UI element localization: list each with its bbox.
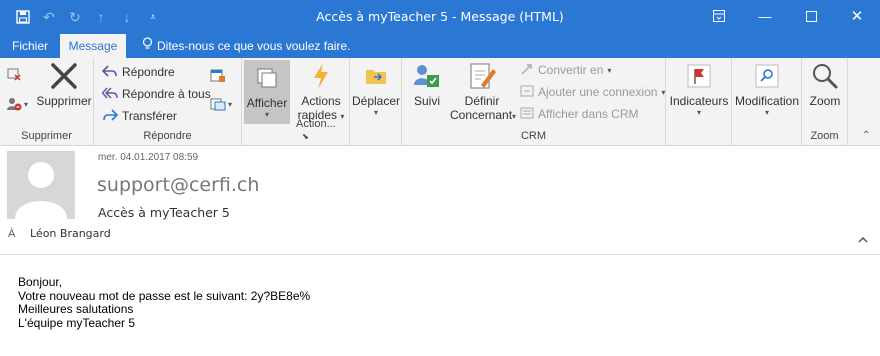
modification-dropdown-icon: ▾ — [764, 108, 769, 117]
avatar — [7, 151, 75, 219]
ribbon: ▾ Supprimer Supprimer Répondre Répondre … — [0, 58, 880, 146]
actions-group-label: Action... — [296, 118, 336, 130]
group-repondre: Répondre Répondre à tous Transférer ▾ Ré… — [94, 58, 242, 146]
actions-rapides-button[interactable]: Actions rapides ▾ — [292, 60, 350, 122]
afficher-crm-label: Afficher dans CRM — [538, 107, 639, 121]
ajouter-connexion-button[interactable]: Ajouter une connexion ▾ — [520, 82, 665, 102]
ribbon-tabs: Fichier Message Dites-nous ce que vous v… — [0, 34, 880, 58]
indicateurs-label: Indicateurs — [669, 94, 729, 108]
indicateurs-button[interactable]: Indicateurs ▾ — [666, 60, 732, 117]
find-icon — [732, 60, 802, 92]
reply-icon — [101, 64, 118, 81]
connection-icon — [520, 84, 534, 101]
move-folder-icon — [350, 60, 402, 92]
dialog-launcher-icon[interactable]: ⬊ — [302, 132, 309, 141]
body-line: L'équipe myTeacher 5 — [18, 315, 136, 330]
convert-icon — [520, 62, 534, 79]
tab-fichier[interactable]: Fichier — [12, 34, 48, 58]
to-label: À — [8, 228, 16, 240]
group-label-repondre: Répondre — [143, 130, 192, 142]
message-body: Bonjour, Votre nouveau mot de passe est … — [18, 275, 311, 330]
title-bar: ↶ ↻ ↑ ↓ ⩡ Accès à myTeacher 5 - Message … — [0, 0, 880, 34]
definir-label-line2: Concernant — [450, 108, 513, 122]
modification-button[interactable]: Modification ▾ — [732, 60, 802, 117]
convertir-label: Convertir en — [538, 63, 604, 77]
message-subject: Accès à myTeacher 5 — [98, 205, 230, 220]
message-date: mer. 04.01.2017 08:59 — [98, 152, 199, 163]
afficher-crm-button[interactable]: Afficher dans CRM — [520, 104, 638, 124]
view-crm-icon — [520, 106, 534, 123]
delete-x-icon — [36, 60, 92, 92]
suivi-button[interactable]: Suivi — [406, 60, 448, 108]
minimize-icon[interactable]: — — [742, 0, 788, 32]
deplacer-button[interactable]: Déplacer ▾ — [350, 60, 402, 117]
deplacer-dropdown-icon: ▾ — [373, 108, 378, 117]
zoom-button[interactable]: Zoom — [802, 60, 848, 108]
afficher-dropdown-icon: ▾ — [264, 110, 269, 119]
definir-label-line1: Définir — [464, 94, 500, 108]
lightbulb-icon — [142, 34, 153, 58]
suivi-label: Suivi — [413, 94, 440, 108]
ajouter-label: Ajouter une connexion — [538, 85, 658, 99]
group-actions: Actions rapides ▾ Action... ⬊ — [292, 58, 350, 146]
supprimer-button[interactable]: Supprimer — [36, 60, 92, 108]
actions-label-line1: Actions — [301, 94, 341, 108]
group-indicateurs: Indicateurs ▾ — [666, 58, 732, 146]
deplacer-label: Déplacer — [351, 94, 401, 108]
collapse-header-icon[interactable] — [858, 232, 868, 246]
group-supprimer: ▾ Supprimer Supprimer — [0, 58, 94, 146]
window-controls: — ✕ — [696, 0, 880, 32]
group-modification: Modification ▾ — [732, 58, 802, 146]
reply-all-button[interactable]: Répondre à tous — [101, 84, 211, 104]
group-label-zoom: Zoom — [810, 130, 839, 142]
forward-button[interactable]: Transférer — [102, 106, 177, 126]
header-divider — [0, 254, 880, 255]
modification-label: Modification — [734, 94, 800, 108]
collapse-ribbon-icon[interactable]: ⌃ — [862, 130, 870, 141]
reply-label: Répondre — [122, 65, 175, 79]
lightning-icon — [292, 60, 350, 92]
track-icon — [406, 60, 448, 92]
to-recipient[interactable]: Léon Brangard — [30, 227, 111, 240]
supprimer-label: Supprimer — [36, 94, 92, 108]
reply-all-icon — [101, 86, 118, 103]
afficher-button[interactable]: Afficher ▾ — [244, 60, 290, 124]
reply-button[interactable]: Répondre — [101, 62, 175, 82]
convertir-button[interactable]: Convertir en ▾ — [520, 60, 611, 80]
maximize-icon[interactable] — [788, 0, 834, 32]
afficher-icon — [244, 62, 290, 94]
flag-icon — [666, 60, 732, 92]
indicateurs-dropdown-icon: ▾ — [696, 108, 701, 117]
tell-me-label: Dites-nous ce que vous voulez faire. — [157, 39, 351, 53]
tab-message[interactable]: Message — [60, 34, 126, 58]
message-sender[interactable]: support@cerfi.ch — [97, 174, 259, 196]
ignore-icon[interactable] — [6, 66, 22, 85]
group-label-crm: CRM — [520, 130, 547, 142]
group-crm: Suivi Définir Concernant▾ Convertir en ▾ … — [402, 58, 666, 146]
group-zoom: Zoom Zoom — [802, 58, 848, 146]
body-line: Votre nouveau mot de passe est le suivan… — [18, 288, 311, 303]
definir-concernant-button[interactable]: Définir Concernant▾ — [450, 60, 516, 122]
group-label-supprimer: Supprimer — [21, 130, 72, 142]
zoom-label: Zoom — [809, 94, 841, 108]
group-label-actions: Action... ⬊ — [296, 118, 349, 142]
reply-all-label: Répondre à tous — [122, 87, 211, 101]
afficher-label: Afficher — [246, 96, 288, 110]
forward-icon — [102, 108, 119, 125]
more-reply-icon[interactable]: ▾ — [210, 96, 232, 112]
magnifier-icon — [802, 60, 848, 92]
tell-me-search[interactable]: Dites-nous ce que vous voulez faire. — [142, 34, 350, 58]
junk-icon[interactable]: ▾ — [6, 96, 28, 112]
forward-label: Transférer — [122, 109, 177, 123]
set-regarding-icon — [450, 60, 514, 92]
body-line: Bonjour, — [18, 275, 63, 289]
ribbon-display-icon[interactable] — [696, 0, 742, 32]
meeting-reply-icon[interactable] — [210, 68, 226, 87]
group-deplacer: Déplacer ▾ — [350, 58, 402, 146]
body-line: Meilleures salutations — [18, 302, 134, 316]
close-icon[interactable]: ✕ — [834, 0, 880, 32]
